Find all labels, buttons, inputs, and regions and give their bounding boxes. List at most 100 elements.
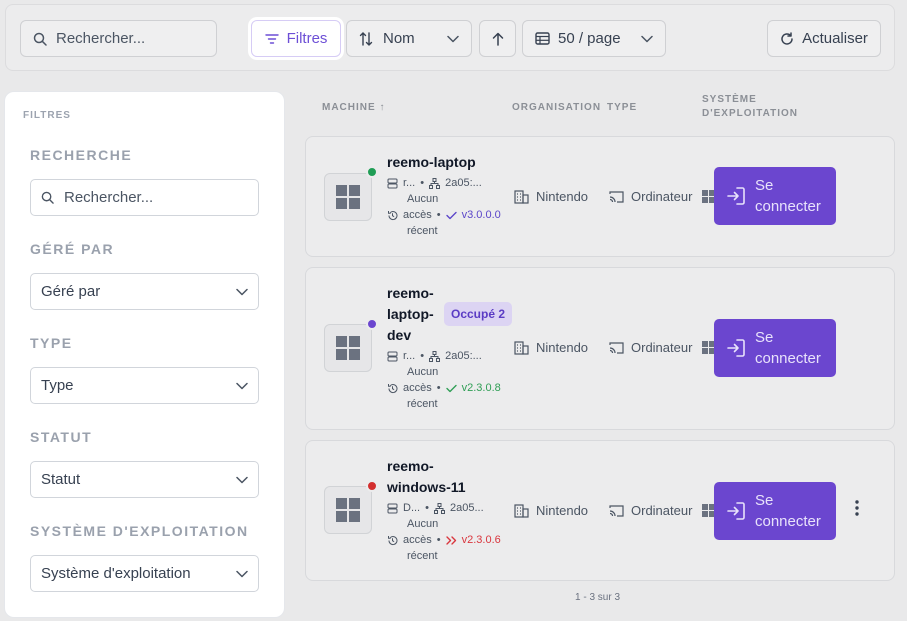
server-icon <box>387 503 398 513</box>
column-header-type[interactable]: TYPE <box>607 101 637 115</box>
refresh-label: Actualiser <box>802 30 868 47</box>
filter-os-select[interactable]: Système d'exploitation <box>30 555 259 592</box>
status-dot <box>366 480 378 492</box>
type-cell: Ordinateur <box>609 340 692 355</box>
history-icon <box>388 535 398 545</box>
chevron-down-icon <box>641 35 653 42</box>
chevron-down-icon <box>236 382 248 389</box>
arrow-up-icon <box>492 32 503 46</box>
network-icon <box>429 177 441 189</box>
page-size-label: 50 / page <box>558 30 621 47</box>
filters-button[interactable]: Filtres <box>251 20 341 57</box>
double-chevron-right-icon <box>445 535 456 545</box>
chevron-down-icon <box>236 476 248 483</box>
filter-icon <box>264 33 279 44</box>
filter-type-label: TYPE <box>30 335 73 351</box>
connect-button[interactable]: Se connecter <box>714 167 836 225</box>
machine-name[interactable]: reemo- windows-11 <box>387 456 466 498</box>
status-dot <box>366 166 378 178</box>
os-windows-icon <box>702 504 714 518</box>
chevron-down-icon <box>236 288 248 295</box>
building-icon <box>514 503 529 518</box>
machine-user: D... <box>403 502 421 514</box>
history-icon <box>388 383 398 393</box>
refresh-button[interactable]: Actualiser <box>767 20 881 57</box>
building-icon <box>514 340 529 355</box>
windows-logo-icon <box>324 173 372 221</box>
agent-version: v2.3.0.6 <box>461 534 501 546</box>
filter-status-label: STATUT <box>30 429 93 445</box>
more-options-icon[interactable] <box>854 499 860 522</box>
agent-version: v3.0.0.0 <box>461 209 501 221</box>
history-icon <box>388 210 398 220</box>
machine-user: r... <box>403 350 416 362</box>
filter-os-label: SYSTÈME D'EXPLOITATION <box>30 523 249 539</box>
connect-button[interactable]: Se connecter <box>714 319 836 377</box>
filter-managed-by-label: GÉRÉ PAR <box>30 241 115 257</box>
sort-direction-button[interactable] <box>479 20 516 57</box>
column-header-organisation[interactable]: ORGANISATION <box>512 101 601 115</box>
network-icon <box>429 350 441 362</box>
search-icon <box>41 191 54 204</box>
busy-badge: Occupé 2 <box>444 302 513 326</box>
filters-button-label: Filtres <box>286 30 328 47</box>
cast-icon <box>609 342 624 354</box>
refresh-icon <box>781 31 793 45</box>
machine-ip: 2a05:... <box>445 350 482 362</box>
filters-panel: FILTRES RECHERCHE Rechercher... GÉRÉ PAR… <box>4 91 285 618</box>
check-icon <box>445 211 457 219</box>
toolbar: Rechercher... Filtres Nom 50 / page Actu… <box>5 4 895 71</box>
server-icon <box>387 351 398 361</box>
sort-up-icon: ↑ <box>379 102 386 113</box>
sort-label: Nom <box>383 30 415 47</box>
organisation-cell: Nintendo <box>514 189 588 204</box>
chevron-down-icon <box>447 35 459 42</box>
organisation-cell: Nintendo <box>514 340 588 355</box>
machine-meta: r... • 2a05:... Aucun accès • v2.3.0.8 r… <box>387 348 501 412</box>
windows-logo-icon <box>324 486 372 534</box>
os-windows-icon <box>702 341 714 355</box>
column-header-machine[interactable]: MACHINE ↑ <box>322 101 385 115</box>
machine-card[interactable]: reemo- laptop- dev Occupé 2 r... • 2a05:… <box>305 267 895 430</box>
search-input[interactable]: Rechercher... <box>20 20 217 57</box>
table-icon <box>535 32 550 45</box>
cast-icon <box>609 191 624 203</box>
windows-logo-icon <box>324 324 372 372</box>
filter-search-label: RECHERCHE <box>30 147 133 163</box>
agent-version: v2.3.0.8 <box>461 382 501 394</box>
login-icon <box>727 187 745 205</box>
filter-search-input[interactable]: Rechercher... <box>30 179 259 216</box>
filter-type-select[interactable]: Type <box>30 367 259 404</box>
machine-ip: 2a05:... <box>445 177 482 189</box>
machine-name[interactable]: reemo- laptop- dev <box>387 283 434 346</box>
search-icon <box>33 32 47 46</box>
machine-meta: D... • 2a05... Aucun accès • v2.3.0.6 ré… <box>387 500 501 564</box>
pagination-label: 1 - 3 sur 3 <box>575 592 621 603</box>
organisation-cell: Nintendo <box>514 503 588 518</box>
column-header-os[interactable]: SYSTÈME D'EXPLOITATION <box>702 93 798 121</box>
machine-name[interactable]: reemo-laptop <box>387 152 476 173</box>
cast-icon <box>609 505 624 517</box>
filter-managed-by-select[interactable]: Géré par <box>30 273 259 310</box>
server-icon <box>387 178 398 188</box>
page-size-select[interactable]: 50 / page <box>522 20 666 57</box>
machine-ip: 2a05... <box>449 502 484 514</box>
type-cell: Ordinateur <box>609 189 692 204</box>
chevron-down-icon <box>236 570 248 577</box>
machine-card[interactable]: reemo-laptop r... • 2a05:... Aucun accès… <box>305 136 895 257</box>
search-placeholder: Rechercher... <box>56 30 146 47</box>
check-icon <box>445 384 457 392</box>
connect-button[interactable]: Se connecter <box>714 482 836 540</box>
sort-arrows-icon <box>359 31 373 46</box>
machine-meta: r... • 2a05:... Aucun accès • v3.0.0.0 r… <box>387 175 501 239</box>
machine-card[interactable]: reemo- windows-11 D... • 2a05... Aucun a… <box>305 440 895 581</box>
os-windows-icon <box>702 190 714 204</box>
building-icon <box>514 189 529 204</box>
status-dot <box>366 318 378 330</box>
type-cell: Ordinateur <box>609 503 692 518</box>
sort-select[interactable]: Nom <box>346 20 472 57</box>
filter-status-select[interactable]: Statut <box>30 461 259 498</box>
network-icon <box>433 502 445 514</box>
machine-user: r... <box>403 177 416 189</box>
login-icon <box>727 502 745 520</box>
